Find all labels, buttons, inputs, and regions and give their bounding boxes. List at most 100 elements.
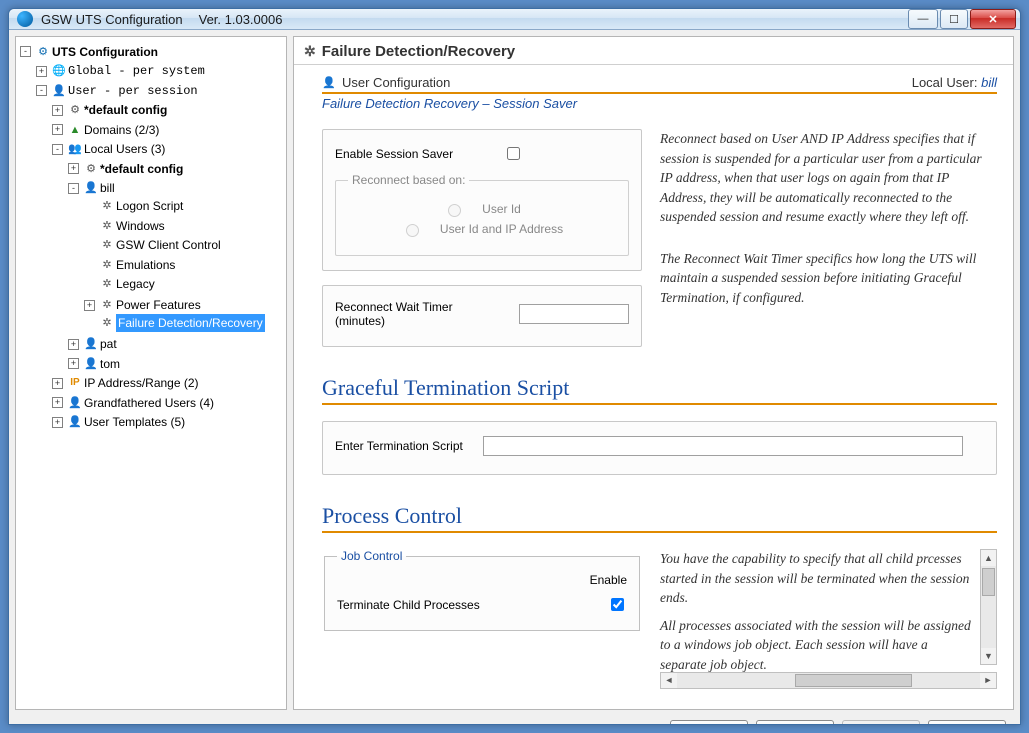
gear-icon: ✲: [100, 316, 114, 330]
collapse-icon[interactable]: -: [68, 183, 79, 194]
gear-icon: ✲: [100, 298, 114, 312]
scroll-thumb[interactable]: [982, 568, 995, 596]
tree-default-config[interactable]: + ⚙ *default config: [52, 101, 167, 119]
local-user-name: bill: [981, 75, 997, 90]
scroll-up-icon[interactable]: ▲: [981, 550, 996, 566]
scroll-left-icon[interactable]: ◄: [661, 673, 677, 688]
nav-tree[interactable]: - ⚙ UTS Configuration + 🌐 Global - per s…: [15, 36, 287, 710]
reconnect-wait-input[interactable]: [519, 304, 629, 324]
gear-icon: ⚙: [68, 103, 82, 117]
tree-bill-emulations[interactable]: ✲Emulations: [84, 256, 175, 274]
tree-bill-power[interactable]: +✲Power Features: [84, 296, 201, 314]
tree-bill-legacy[interactable]: ✲Legacy: [84, 275, 155, 293]
cancel-button[interactable]: Cancel: [756, 720, 834, 725]
globe-icon: 🌐: [52, 64, 66, 78]
client-area: - ⚙ UTS Configuration + 🌐 Global - per s…: [9, 30, 1020, 725]
ok-button[interactable]: OK: [670, 720, 748, 725]
vertical-scrollbar[interactable]: ▲ ▼: [980, 549, 997, 665]
expand-icon[interactable]: +: [36, 66, 47, 77]
tree-user-bill[interactable]: - 👤 bill: [68, 179, 115, 197]
reconnect-userip-radio: [406, 224, 419, 237]
tree-bill-logon[interactable]: ✲Logon Script: [84, 197, 183, 215]
tree-templates[interactable]: + 👤 User Templates (5): [52, 413, 185, 431]
enable-session-saver-label: Enable Session Saver: [335, 147, 485, 161]
reconnect-wait-group: Reconnect Wait Timer (minutes): [322, 285, 642, 347]
gear-icon: ✲: [100, 258, 114, 272]
window-title: GSW UTS ConfigurationVer. 1.03.0006: [41, 12, 282, 27]
content-header: ✲ Failure Detection/Recovery: [294, 37, 1013, 65]
reconnect-wait-label: Reconnect Wait Timer (minutes): [335, 300, 501, 328]
tree-bill-client-control[interactable]: ✲GSW Client Control: [84, 236, 221, 254]
section-graceful-termination: Graceful Termination Script: [322, 375, 997, 405]
expand-icon[interactable]: +: [52, 397, 63, 408]
horizontal-scrollbar[interactable]: ◄ ►: [660, 672, 997, 689]
reconnect-userip-label: User Id and IP Address: [440, 222, 563, 236]
gear-icon: ✲: [100, 277, 114, 291]
section-process-control: Process Control: [322, 503, 997, 533]
reconnect-based-on-group: Reconnect based on: User Id: [335, 173, 629, 256]
tree-local-users[interactable]: - 👥 Local Users (3): [52, 140, 165, 158]
gear-icon: ⚙: [84, 162, 98, 176]
close-button[interactable]: ✕: [970, 9, 1016, 29]
enable-session-saver-checkbox[interactable]: [507, 147, 520, 160]
expand-icon[interactable]: +: [52, 124, 63, 135]
expand-icon[interactable]: +: [68, 339, 79, 350]
user-icon: 👤: [52, 84, 66, 98]
enable-column-header: Enable: [337, 573, 627, 587]
scroll-down-icon[interactable]: ▼: [981, 648, 996, 664]
reconnect-wait-description: The Reconnect Wait Timer specifics how l…: [660, 249, 997, 308]
termination-script-input[interactable]: [483, 436, 963, 456]
tree-bill-failure[interactable]: ✲Failure Detection/Recovery: [84, 314, 265, 332]
app-icon: [17, 11, 33, 27]
termination-script-group: Enter Termination Script: [322, 421, 997, 475]
tree-domains[interactable]: + ▲ Domains (2/3): [52, 121, 159, 139]
maximize-button[interactable]: ☐: [940, 9, 968, 29]
collapse-icon[interactable]: -: [36, 85, 47, 96]
tree-grandfathered[interactable]: + 👤 Grandfathered Users (4): [52, 394, 214, 412]
collapse-icon[interactable]: -: [20, 46, 31, 57]
app-window: GSW UTS ConfigurationVer. 1.03.0006 — ☐ …: [8, 8, 1021, 725]
scroll-right-icon[interactable]: ►: [980, 673, 996, 688]
termination-script-label: Enter Termination Script: [335, 439, 465, 453]
domain-icon: ▲: [68, 123, 82, 137]
reconnect-userid-label: User Id: [482, 202, 521, 216]
terminate-child-label: Terminate Child Processes: [337, 598, 607, 612]
user-icon: 👤: [322, 76, 336, 90]
config-icon: ⚙: [36, 45, 50, 59]
scroll-thumb[interactable]: [795, 674, 912, 687]
reconnect-userid-radio: [448, 204, 461, 217]
tree-bill-windows[interactable]: ✲Windows: [84, 217, 165, 235]
tree-lu-default[interactable]: + ⚙ *default config: [68, 160, 183, 178]
tree-user[interactable]: - 👤 User - per session: [36, 82, 198, 100]
session-saver-group: Enable Session Saver Reconnect based on:…: [322, 129, 642, 271]
titlebar[interactable]: GSW UTS ConfigurationVer. 1.03.0006 — ☐ …: [9, 9, 1020, 30]
job-control-legend: Job Control: [337, 549, 406, 563]
user-config-header: 👤 User Configuration Local User: bill: [322, 75, 997, 94]
expand-icon[interactable]: +: [52, 417, 63, 428]
users-icon: 👥: [68, 142, 82, 156]
template-icon: 👤: [68, 415, 82, 429]
user-icon: 👤: [84, 181, 98, 195]
expand-icon[interactable]: +: [84, 300, 95, 311]
terminate-child-checkbox[interactable]: [611, 598, 624, 611]
user-icon: 👤: [84, 357, 98, 371]
expand-icon[interactable]: +: [52, 105, 63, 116]
process-control-desc2: All processes associated with the sessio…: [660, 616, 997, 675]
ip-icon: IP: [68, 376, 82, 390]
expand-icon[interactable]: +: [52, 378, 63, 389]
collapse-icon[interactable]: -: [52, 144, 63, 155]
tree-ip-range[interactable]: + IP IP Address/Range (2): [52, 374, 199, 392]
apply-button[interactable]: Apply: [842, 720, 920, 725]
tree-global[interactable]: + 🌐 Global - per system: [36, 62, 205, 80]
expand-icon[interactable]: +: [68, 358, 79, 369]
tree-user-pat[interactable]: + 👤 pat: [68, 335, 117, 353]
gear-icon: ✲: [100, 219, 114, 233]
help-button[interactable]: Help: [928, 720, 1006, 725]
expand-icon[interactable]: +: [68, 163, 79, 174]
user-icon: 👤: [68, 396, 82, 410]
tree-user-tom[interactable]: + 👤 tom: [68, 355, 120, 373]
minimize-button[interactable]: —: [908, 9, 938, 29]
gear-icon: ✲: [304, 43, 316, 60]
tree-root[interactable]: - ⚙ UTS Configuration: [20, 43, 158, 61]
process-control-desc1: You have the capability to specify that …: [660, 549, 997, 608]
